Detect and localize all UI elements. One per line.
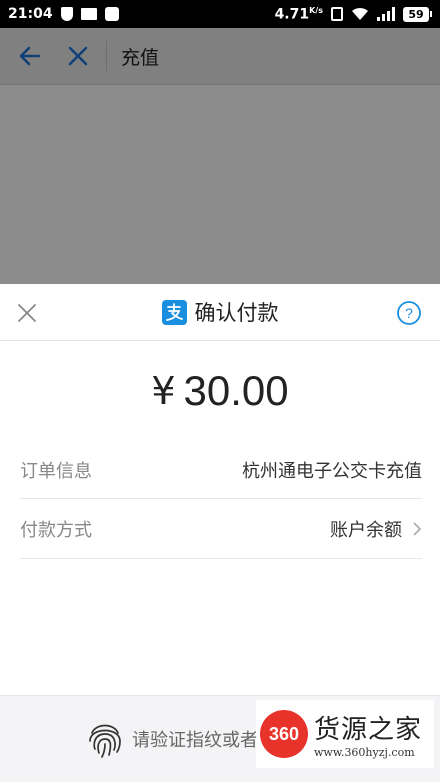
payment-method-label: 付款方式 (20, 519, 92, 541)
status-bar: 21:04 4.71K/s 59 (0, 0, 440, 28)
currency-symbol: ¥ (151, 369, 176, 413)
watermark-url: www.360hyzj.com (314, 746, 415, 759)
fingerprint-icon (89, 724, 121, 758)
order-info-row: 订单信息 杭州通电子公交卡充值 (20, 441, 422, 499)
help-icon: ? (397, 301, 421, 325)
mail-icon (80, 8, 97, 20)
clock: 21:04 (8, 6, 53, 22)
sheet-header: 确认付款 ? (0, 284, 440, 341)
battery-icon: 59 (403, 6, 432, 22)
help-button[interactable]: ? (396, 300, 422, 326)
watermark-badge: 360 (260, 710, 308, 758)
close-icon (18, 304, 36, 322)
modal-overlay[interactable] (0, 28, 440, 284)
notification-icon (104, 7, 119, 21)
signal-icon (377, 7, 395, 21)
sheet-title-group: 确认付款 (161, 297, 279, 327)
shield-icon (60, 7, 73, 21)
order-info-label: 订单信息 (20, 460, 92, 482)
vibrate-icon (331, 7, 343, 21)
chevron-right-icon (413, 521, 422, 536)
wifi-icon (352, 7, 368, 20)
network-speed: 4.71K/s (274, 5, 323, 23)
watermark-logo: 360 货源之家 www.360hyzj.com (256, 700, 434, 768)
sheet-title: 确认付款 (194, 301, 279, 325)
payment-method-value: 账户余额 (330, 516, 422, 542)
watermark-name: 货源之家 (314, 715, 423, 745)
fingerprint-prompt: 请验证指纹或者 (132, 730, 258, 751)
svg-text:?: ? (405, 305, 413, 321)
alipay-logo-icon (161, 299, 187, 325)
sheet-close-button[interactable] (14, 300, 40, 326)
amount-value: 30.00 (183, 367, 289, 414)
payment-amount: ¥ 30.00 (0, 341, 440, 441)
order-info-value: 杭州通电子公交卡充值 (242, 460, 422, 482)
payment-method-row[interactable]: 付款方式 账户余额 (20, 499, 422, 559)
